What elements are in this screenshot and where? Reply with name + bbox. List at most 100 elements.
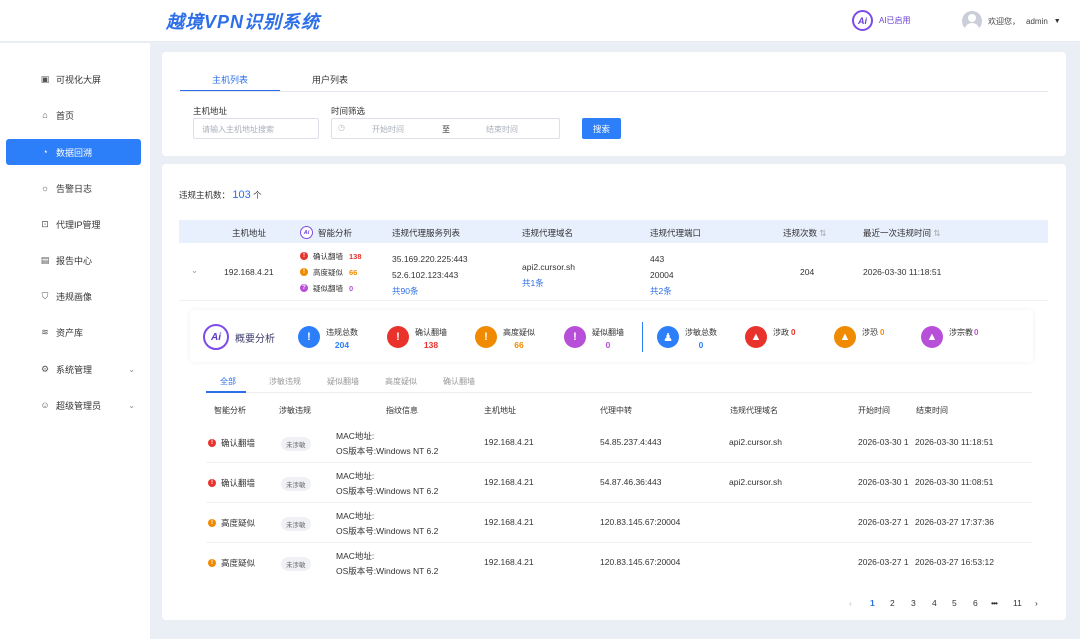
warning-icon: ▲ xyxy=(921,326,943,348)
row-end: 2026-03-30 11:08:51 xyxy=(915,477,994,487)
col-count-label: 违规次数 xyxy=(783,228,818,238)
search-button[interactable]: 搜索 xyxy=(582,118,621,139)
stat-label: 涉恐 xyxy=(862,328,878,337)
row-proxy: 54.87.46.36:443 xyxy=(600,477,662,487)
sensitive-tag: 未涉敏 xyxy=(281,557,311,571)
date-range-picker[interactable]: ◷ 开始时间 至 结束时间 xyxy=(331,118,560,139)
domain-more-link[interactable]: 共1条 xyxy=(522,275,575,291)
sidebar-item-alert-log[interactable]: ☼ 告警日志 xyxy=(6,175,141,201)
tab-user-list[interactable]: 用户列表 xyxy=(280,68,380,92)
stat-label: 高度疑似 xyxy=(503,328,535,337)
host-search-input[interactable]: 请输入主机地址搜索 xyxy=(193,118,319,139)
proxy-icon: ⊡ xyxy=(41,218,49,229)
analysis-value: 0 xyxy=(349,283,354,293)
next-page-icon[interactable]: › xyxy=(1035,598,1038,608)
row-proxy: 54.85.237.4:443 xyxy=(600,437,662,447)
detail-row[interactable]: ! 确认翻墙 未涉敏 MAC地址: OS版本号:Windows NT 6.2 192… xyxy=(206,423,1032,463)
sidebar-item-data-trace[interactable]: ◔ 数据回溯 xyxy=(6,139,141,165)
start-time-placeholder: 开始时间 xyxy=(372,125,404,134)
fp-os: OS版本号:Windows NT 6.2 xyxy=(336,486,439,496)
row-level: ! 高度疑似 xyxy=(208,557,255,569)
stat-value: 0 xyxy=(791,328,796,337)
shield-exclaim-icon: ! xyxy=(298,326,320,348)
top-header: 越境VPN识别系统 Ai AI已启用 欢迎您， admin ▼ xyxy=(0,0,1080,42)
row-domain: api2.cursor.sh xyxy=(729,477,782,487)
analysis-label: 确认翻墙 xyxy=(313,251,343,261)
subtab-high[interactable]: 高度疑似 xyxy=(385,376,417,387)
count-label: 违规主机数： xyxy=(179,190,231,200)
col-last-time[interactable]: 最近一次违规时间 ⇅ xyxy=(863,227,941,239)
detail-row[interactable]: ! 高度疑似 未涉敏 MAC地址: OS版本号:Windows NT 6.2 192… xyxy=(206,503,1032,543)
alert-dot-icon: ! xyxy=(208,519,216,527)
ports-list: 443 20004 共2条 xyxy=(650,251,674,299)
violation-host-count: 违规主机数： 103 个 xyxy=(179,189,262,201)
subtab-all[interactable]: 全部 xyxy=(220,376,236,387)
dcol-end: 结束时间 xyxy=(916,406,948,415)
sidebar-item-proxy-ip[interactable]: ⊡ 代理IP管理 xyxy=(6,211,141,237)
subtab-suspect[interactable]: 疑似翻墙 xyxy=(327,376,359,387)
dcol-sensitive: 涉敏违规 xyxy=(279,406,311,415)
sidebar-item-system[interactable]: ⚙ 系统管理 ⌄ xyxy=(6,356,141,382)
ai-logo-icon: Ai xyxy=(300,226,313,239)
fp-mac: MAC地址: xyxy=(336,511,375,521)
sidebar-item-home[interactable]: ⌂ 首页 xyxy=(6,102,141,128)
row-end: 2026-03-27 17:37:36 xyxy=(915,517,994,527)
monitor-icon: ▣ xyxy=(40,73,50,84)
sidebar-item-label: 数据回溯 xyxy=(56,147,93,158)
row-host: 192.168.4.21 xyxy=(484,437,534,447)
count-unit: 个 xyxy=(253,190,262,200)
table-row[interactable]: ⌄ 192.168.4.21 ! 确认翻墙 138 ! 高度疑似 66 ? 疑似… xyxy=(179,243,1048,301)
exclaim-icon: ! xyxy=(564,326,586,348)
page-4[interactable]: 4 xyxy=(932,598,937,608)
sidebar-item-label: 可视化大屏 xyxy=(56,74,102,85)
stat-high: ! 高度疑似 66 xyxy=(475,326,535,352)
col-services: 违规代理服务列表 xyxy=(392,228,461,238)
stat-terror: ▲ 涉恐 0 xyxy=(834,326,884,348)
col-count[interactable]: 违规次数 ⇅ xyxy=(783,227,827,239)
page-11[interactable]: 11 xyxy=(1013,598,1022,608)
shield-icon: ⛉ xyxy=(41,290,49,301)
sidebar-item-violation-profile[interactable]: ⛉ 违规画像 xyxy=(6,283,141,309)
sidebar-item-super-admin[interactable]: ☺ 超级管理员 ⌄ xyxy=(6,392,141,418)
row-level-label: 高度疑似 xyxy=(221,518,256,528)
analysis-suspect: ? 疑似翻墙 0 xyxy=(300,280,362,296)
subtab-sensitive[interactable]: 涉敏违规 xyxy=(269,376,301,387)
analysis-value: 138 xyxy=(349,251,362,261)
row-tag: 未涉敏 xyxy=(281,517,311,531)
detail-row[interactable]: ! 高度疑似 未涉敏 MAC地址: OS版本号:Windows NT 6.2 192… xyxy=(206,543,1032,583)
alert-dot-icon: ? xyxy=(300,284,308,292)
expand-chevron-icon[interactable]: ⌄ xyxy=(191,265,198,276)
sidebar-item-reports[interactable]: ▤ 报告中心 xyxy=(6,247,141,273)
page-1[interactable]: 1 xyxy=(870,598,875,608)
clock-icon: ◷ xyxy=(338,123,345,132)
row-proxy: 120.83.145.67:20004 xyxy=(600,517,681,527)
sidebar-item-dashboard[interactable]: ▣ 可视化大屏 xyxy=(6,66,141,92)
stat-label: 确认翻墙 xyxy=(415,328,447,337)
sidebar-item-label: 系统管理 xyxy=(56,364,93,375)
row-start: 2026-03-27 1 xyxy=(858,557,909,567)
ai-status[interactable]: Ai AI已启用 xyxy=(852,10,911,31)
stat-value: 0 xyxy=(605,340,611,350)
dcol-host: 主机地址 xyxy=(484,406,516,415)
sidebar-item-assets[interactable]: ≋ 资产库 xyxy=(6,319,141,345)
page-5[interactable]: 5 xyxy=(952,598,957,608)
sidebar-item-label: 代理IP管理 xyxy=(56,219,101,230)
sidebar-item-label: 资产库 xyxy=(56,327,84,338)
page-6[interactable]: 6 xyxy=(973,598,978,608)
detail-row[interactable]: ! 确认翻墙 未涉敏 MAC地址: OS版本号:Windows NT 6.2 192… xyxy=(206,463,1032,503)
fp-os: OS版本号:Windows NT 6.2 xyxy=(336,526,439,536)
tab-host-list[interactable]: 主机列表 xyxy=(180,68,280,92)
divider xyxy=(642,322,643,352)
ports-more-link[interactable]: 共2条 xyxy=(650,283,674,299)
service-item: 35.169.220.225:443 xyxy=(392,254,468,264)
page-ellipsis[interactable]: ••• xyxy=(991,598,998,608)
subtab-confirmed[interactable]: 确认翻墙 xyxy=(443,376,475,387)
page-2[interactable]: 2 xyxy=(890,598,895,608)
services-more-link[interactable]: 共90条 xyxy=(392,283,468,299)
analysis-value: 66 xyxy=(349,267,358,277)
user-menu[interactable]: 欢迎您， admin ▼ xyxy=(962,11,1061,31)
warning-icon: ▲ xyxy=(834,326,856,348)
prev-page-icon[interactable]: ‹ xyxy=(849,598,852,608)
ai-logo-icon: Ai xyxy=(203,324,229,350)
page-3[interactable]: 3 xyxy=(911,598,916,608)
